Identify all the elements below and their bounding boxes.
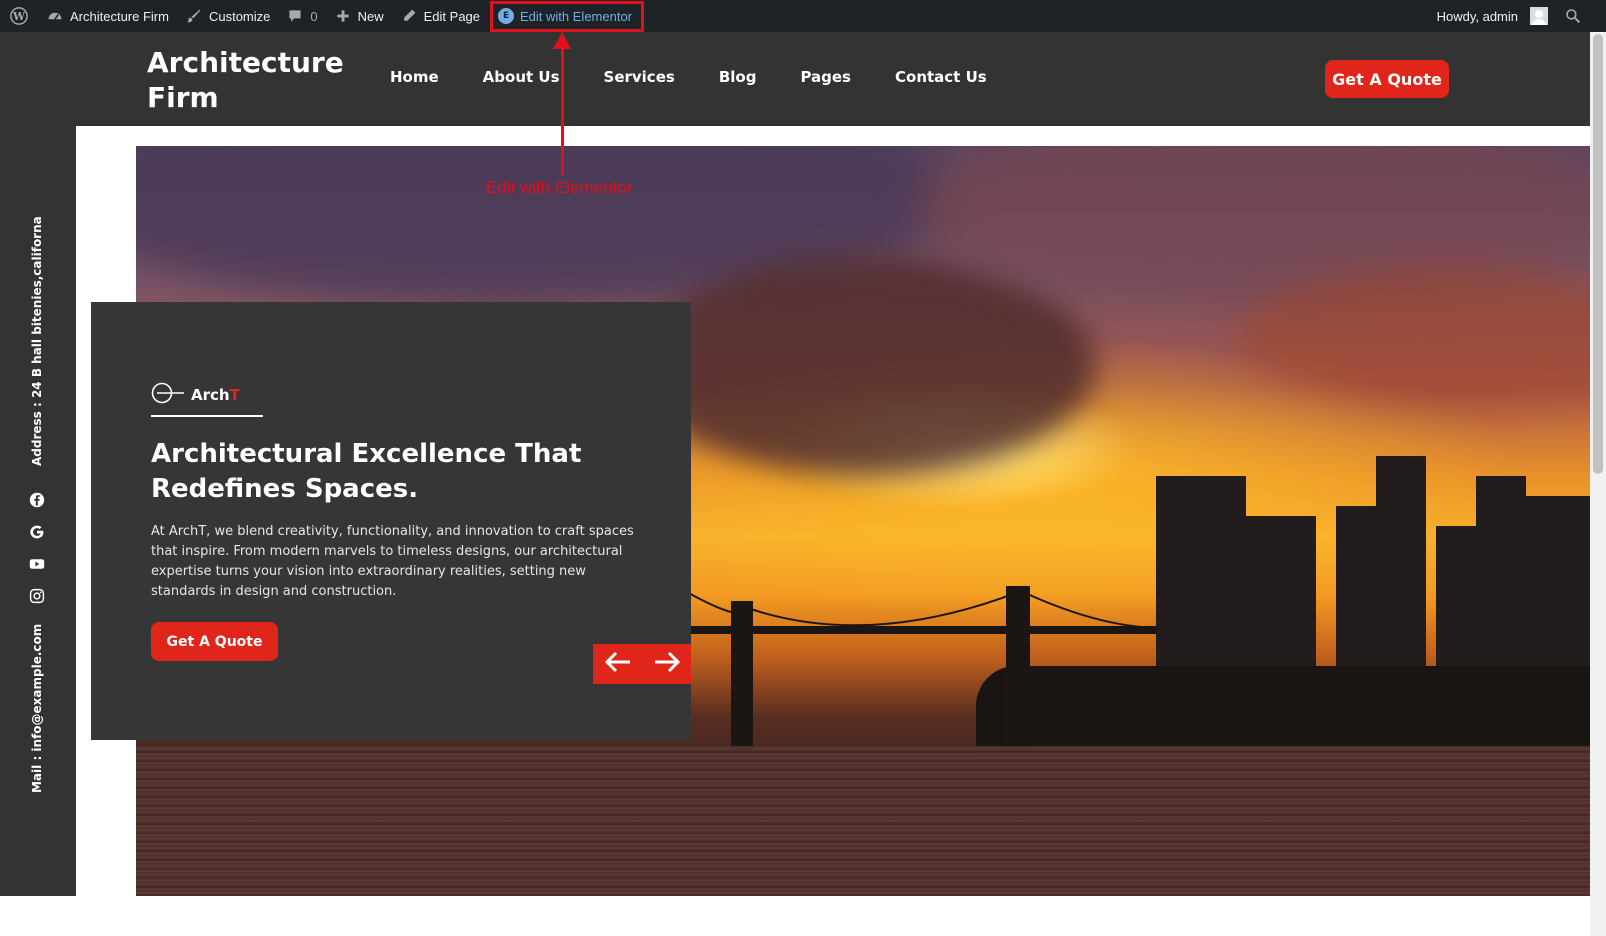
dashboard-icon xyxy=(46,7,64,25)
annotation-arrow-line xyxy=(561,44,564,176)
nav-about-us[interactable]: About Us xyxy=(483,68,560,86)
youtube-icon[interactable] xyxy=(29,556,45,572)
wp-admin-bar: W Architecture Firm Customize 0 New Edit… xyxy=(0,0,1606,32)
arrow-left-icon[interactable] xyxy=(604,650,632,679)
mail-text: Mail : info@example.com xyxy=(30,623,44,793)
new-content-menu[interactable]: New xyxy=(326,0,392,32)
my-account-menu[interactable]: Howdy, admin xyxy=(1429,0,1556,32)
nav-services[interactable]: Services xyxy=(604,68,675,86)
vertical-info-sidebar: Address : 24 B hall bitenies,californa M… xyxy=(0,126,76,896)
address-text: Address : 24 B hall bitenies,californa xyxy=(30,216,44,466)
bridge-cables xyxy=(676,585,1157,629)
site-title[interactable]: Architecture Firm xyxy=(147,45,357,115)
edit-with-elementor-link[interactable]: E Edit with Elementor xyxy=(490,0,645,32)
edit-page-label: Edit Page xyxy=(423,8,481,24)
plus-icon xyxy=(334,7,352,25)
nav-contact-us[interactable]: Contact Us xyxy=(895,68,987,86)
admin-bar-right: Howdy, admin xyxy=(1429,0,1606,32)
elementor-icon: E xyxy=(498,8,515,24)
howdy-label: Howdy, admin xyxy=(1436,8,1518,24)
nav-home[interactable]: Home xyxy=(390,68,439,86)
customize-link[interactable]: Customize xyxy=(177,0,278,32)
comments-count: 0 xyxy=(310,8,318,24)
slide-title: Architectural Excellence That Redefines … xyxy=(151,439,582,504)
comment-icon xyxy=(286,7,304,25)
facebook-icon[interactable] xyxy=(29,492,45,508)
customize-label: Customize xyxy=(208,8,271,24)
site-header: Architecture Firm Home About Us Services… xyxy=(0,32,1590,126)
admin-search-button[interactable] xyxy=(1556,0,1582,32)
page-scrollbar[interactable] xyxy=(1590,32,1606,936)
google-icon[interactable] xyxy=(29,524,45,540)
edit-with-elementor-label: Edit with Elementor xyxy=(520,8,633,24)
header-get-quote-button[interactable]: Get A Quote xyxy=(1325,60,1449,98)
slide-description: At ArchT, we blend creativity, functiona… xyxy=(151,524,634,599)
brand-name: ArchT xyxy=(191,386,240,404)
instagram-icon[interactable] xyxy=(29,588,45,604)
cloud-shape xyxy=(636,256,1096,476)
nav-blog[interactable]: Blog xyxy=(719,68,757,86)
slider-arrows xyxy=(593,644,691,684)
wp-logo-menu[interactable]: W xyxy=(0,0,38,32)
annotation-label: Edit with Elementor xyxy=(486,178,633,197)
wordpress-icon: W xyxy=(10,7,28,25)
brand-underline xyxy=(151,415,263,417)
svg-text:W: W xyxy=(12,10,26,23)
circle-line-icon xyxy=(151,382,185,408)
brand-accent: T xyxy=(229,386,240,404)
slide-get-quote-button[interactable]: Get A Quote xyxy=(151,622,278,661)
shoreline xyxy=(976,666,1590,756)
comments-link[interactable]: 0 xyxy=(278,0,325,32)
site-name-label: Architecture Firm xyxy=(70,8,169,24)
new-label: New xyxy=(357,8,384,24)
avatar xyxy=(1530,7,1548,25)
river-water xyxy=(136,746,1590,896)
scrollbar-thumb[interactable] xyxy=(1593,34,1603,474)
slide-brand: ArchT xyxy=(151,382,240,408)
main-nav: Home About Us Services Blog Pages Contac… xyxy=(390,68,1031,86)
edit-page-link[interactable]: Edit Page xyxy=(392,0,488,32)
arrow-right-icon[interactable] xyxy=(653,650,681,679)
pencil-icon xyxy=(400,7,418,25)
search-icon xyxy=(1564,7,1582,25)
nav-pages[interactable]: Pages xyxy=(800,68,851,86)
brand-main: Arch xyxy=(191,386,230,404)
brush-icon xyxy=(185,7,203,25)
site-name-menu[interactable]: Architecture Firm xyxy=(38,0,177,32)
admin-bar-left: W Architecture Firm Customize 0 New Edit… xyxy=(0,0,645,32)
